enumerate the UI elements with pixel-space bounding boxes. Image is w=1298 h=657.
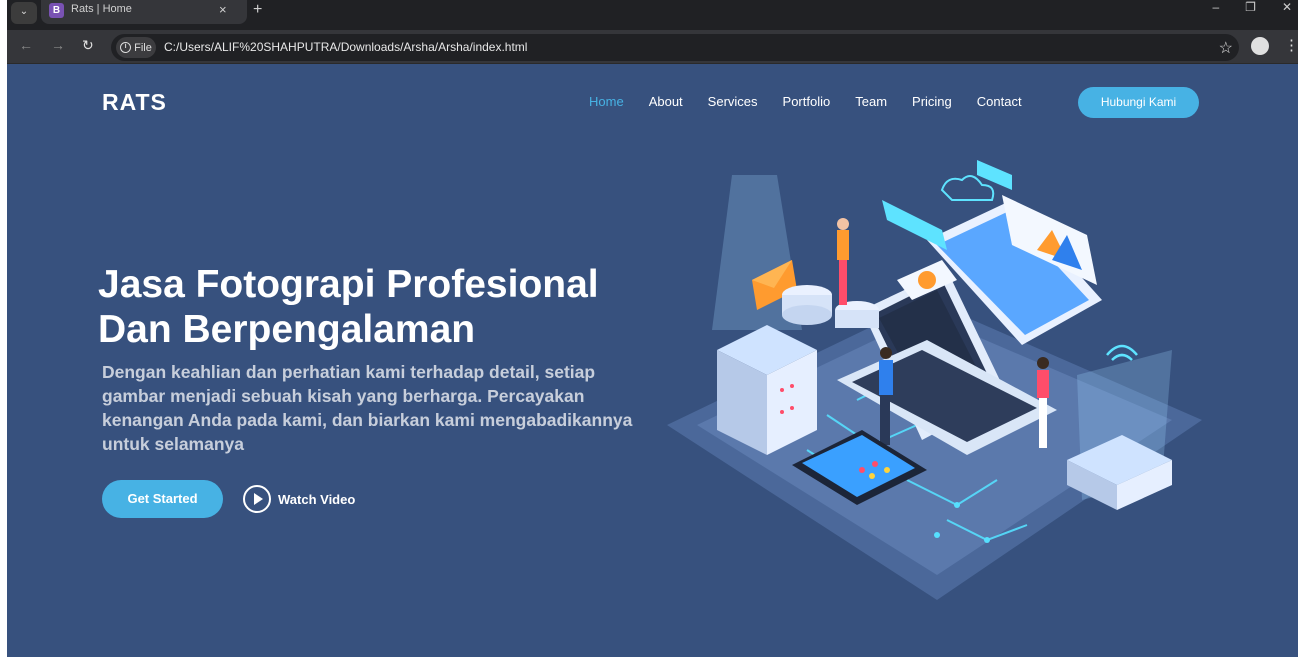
minimize-icon[interactable]: – xyxy=(1212,0,1219,14)
play-icon xyxy=(243,485,271,513)
chevron-down-icon: ⌄ xyxy=(19,6,29,17)
hero-title: Jasa Fotograpi Profesional Dan Berpengal… xyxy=(98,263,599,351)
forward-arrow-icon[interactable]: → xyxy=(51,37,65,53)
hero-description: Dengan keahlian dan perhatian kami terha… xyxy=(102,362,633,454)
nav-link-contact[interactable]: Contact xyxy=(977,94,1022,109)
watch-video-label: Watch Video xyxy=(278,491,356,507)
hubungi-kami-button[interactable]: Hubungi Kami xyxy=(1078,87,1199,118)
browser-window: ⌄ B Rats | Home × + – ❐ ✕ ← → ↻ i File C… xyxy=(7,0,1298,657)
watch-video-button[interactable]: Watch Video xyxy=(243,485,355,513)
hero-illustration xyxy=(667,160,1202,600)
nav-link-home[interactable]: Home xyxy=(589,94,624,109)
nav-link-about[interactable]: About xyxy=(649,94,683,109)
window-close-icon[interactable]: ✕ xyxy=(1282,0,1292,14)
browser-tab[interactable]: B Rats | Home × xyxy=(41,0,247,24)
tab-search-button[interactable]: ⌄ xyxy=(11,2,37,24)
window-controls: – ❐ ✕ xyxy=(1212,0,1292,14)
nav-link-pricing[interactable]: Pricing xyxy=(912,94,952,109)
menu-icon[interactable]: ⋮ xyxy=(1284,36,1298,54)
info-icon: i xyxy=(120,42,132,53)
nav-link-team[interactable]: Team xyxy=(855,94,887,109)
tab-bar: ⌄ B Rats | Home × + – ❐ ✕ xyxy=(7,0,1298,30)
close-icon[interactable]: × xyxy=(219,2,227,17)
tab-title: Rats | Home xyxy=(71,3,132,15)
back-arrow-icon[interactable]: ← xyxy=(19,37,33,53)
main-nav: Home About Services Portfolio Team Pricing Con… xyxy=(589,94,1047,109)
reload-icon[interactable]: ↻ xyxy=(82,37,94,54)
site-logo[interactable]: RATS xyxy=(102,89,167,116)
site-info-button[interactable]: i File xyxy=(116,37,156,58)
new-tab-button[interactable]: + xyxy=(253,1,262,19)
address-bar: ← → ↻ i File C:/Users/ALIF%20SHAHPUTRA/D… xyxy=(7,30,1298,64)
site-info-label: File xyxy=(134,41,152,54)
get-started-button[interactable]: Get Started xyxy=(102,480,223,518)
nav-link-portfolio[interactable]: Portfolio xyxy=(783,94,831,109)
tab-favicon-icon: B xyxy=(49,3,64,18)
profile-icon[interactable] xyxy=(1251,37,1269,55)
maximize-icon[interactable]: ❐ xyxy=(1245,0,1256,14)
star-icon[interactable]: ☆ xyxy=(1219,38,1233,58)
url-text[interactable]: C:/Users/ALIF%20SHAHPUTRA/Downloads/Arsh… xyxy=(164,40,527,54)
nav-link-services[interactable]: Services xyxy=(708,94,758,109)
url-bar[interactable]: i File C:/Users/ALIF%20SHAHPUTRA/Downloa… xyxy=(111,34,1239,61)
